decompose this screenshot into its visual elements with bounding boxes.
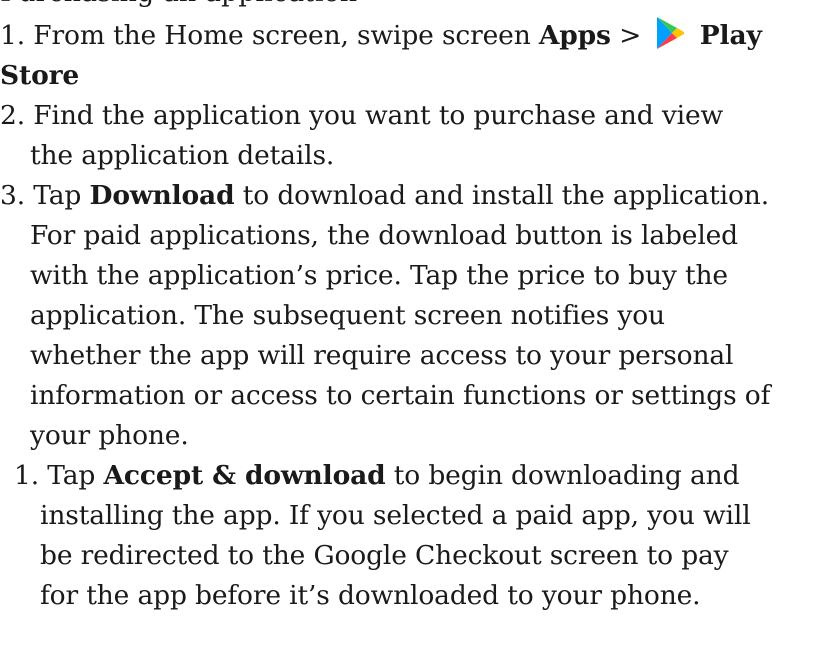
step-3-line-7: your phone. <box>30 420 189 451</box>
play-label: Play <box>699 20 762 51</box>
apps-label: Apps <box>538 20 611 51</box>
cut-off-heading: Purchasing an application <box>0 0 839 8</box>
step-3-line-1: 3. Tap Download to download and install … <box>0 180 769 211</box>
substep-1-line-2: installing the app. If you selected a pa… <box>40 500 751 531</box>
step-2-line-1: 2. Find the application you want to purc… <box>0 100 724 131</box>
step-3-line-4: application. The subsequent screen notif… <box>30 300 665 331</box>
substep-1-line-4: for the app before it’s downloaded to yo… <box>40 580 701 611</box>
accept-download-label: Accept & download <box>103 460 386 491</box>
substep-1-line-1: 1. Tap Accept & download to begin downlo… <box>14 460 740 491</box>
google-play-icon <box>655 16 685 50</box>
step-3-line-3: with the application’s price. Tap the pr… <box>30 260 728 291</box>
store-label: Store <box>0 60 80 91</box>
step-1-line-2: Store <box>0 56 79 96</box>
substep-1-line-3: be redirected to the Google Checkout scr… <box>40 540 729 571</box>
document-page: Purchasing an application 1. From the Ho… <box>0 0 839 655</box>
step-1-line-1: 1. From the Home screen, swipe screen Ap… <box>0 16 762 56</box>
step-3-line-5: whether the app will require access to y… <box>30 340 734 371</box>
cut-heading-text: Purchasing an application <box>0 0 357 8</box>
step-2-line-2: the application details. <box>30 140 335 171</box>
step-3-line-6: information or access to certain functio… <box>30 380 771 411</box>
download-label: Download <box>89 180 235 211</box>
step-3-line-2: For paid applications, the download butt… <box>30 220 738 251</box>
